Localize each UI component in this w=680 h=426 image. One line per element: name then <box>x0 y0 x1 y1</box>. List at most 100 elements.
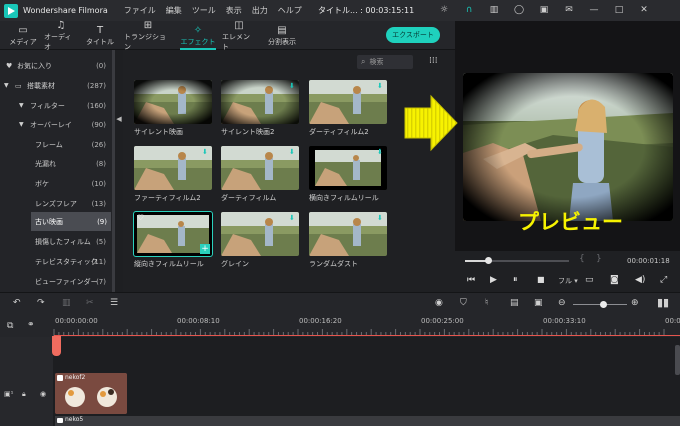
tab-titles[interactable]: T タイトル <box>86 21 114 50</box>
volume-icon[interactable]: ◀) <box>635 275 645 285</box>
marker-icon[interactable]: ⛉ <box>460 298 467 308</box>
fullscreen-icon[interactable]: ⤢ <box>660 275 667 285</box>
snap-icon[interactable]: ▣ <box>534 298 543 308</box>
tree-item-old-movie[interactable]: 古い映画 (9) <box>31 212 111 231</box>
tree-scrollbar[interactable] <box>112 50 115 292</box>
bulb-icon[interactable]: ☼ <box>437 3 451 17</box>
tab-split-screen[interactable]: ▤ 分割表示 <box>264 21 300 50</box>
preview-video[interactable] <box>463 73 673 221</box>
play-icon[interactable]: ▶ <box>490 275 497 285</box>
grid-view-icon[interactable]: ⁞⁞⁞ <box>429 56 439 66</box>
redo-icon[interactable]: ↷ <box>37 298 45 308</box>
download-icon[interactable]: ⬇ <box>202 148 210 156</box>
preview-progress-knob[interactable] <box>484 257 492 264</box>
tree-item-viewfinder[interactable]: ビューファインダー (7) <box>0 272 112 291</box>
effect-thumbnail[interactable]: ⬇ <box>309 80 387 124</box>
tab-media[interactable]: ▭ メディア <box>8 21 38 50</box>
tree-item-bokeh[interactable]: ボケ (10) <box>0 174 112 193</box>
effect-thumbnail[interactable]: ⬇ <box>134 146 212 190</box>
tree-item-light-leaks[interactable]: 光漏れ (8) <box>0 154 112 173</box>
preview-progress-track[interactable] <box>465 257 569 264</box>
download-icon[interactable]: ⬇ <box>289 82 297 90</box>
download-icon[interactable]: ⬇ <box>377 214 385 222</box>
effect-thumbnail[interactable]: ⬇ <box>309 212 387 256</box>
headset-icon[interactable]: ∩ <box>462 3 476 17</box>
download-icon[interactable]: ⬇ <box>377 82 385 90</box>
step-back-icon[interactable]: ⏮ <box>467 275 475 285</box>
tab-audio[interactable]: ♫ オーディオ <box>44 20 78 51</box>
monitor-icon[interactable]: ▭ <box>585 275 594 285</box>
timeline-vertical-scrollbar[interactable] <box>675 345 680 375</box>
timeline-clip[interactable]: neko5 <box>55 416 680 426</box>
close-icon[interactable]: ✕ <box>637 3 651 17</box>
menu-help[interactable]: ヘルプ <box>278 5 302 16</box>
playhead-handle[interactable] <box>52 336 61 356</box>
effect-thumbnail[interactable] <box>134 80 212 124</box>
timeline-clip[interactable]: nekof2 <box>55 373 127 414</box>
voiceover-icon[interactable]: ▤ <box>510 298 519 308</box>
mail-icon[interactable]: ✉ <box>562 3 576 17</box>
tab-elements[interactable]: ◫ エレメント <box>222 20 256 51</box>
menu-tools[interactable]: ツール <box>192 5 216 16</box>
tree-item-filters[interactable]: ▼ フィルター (160) <box>0 96 112 115</box>
tree-item-frames[interactable]: フレーム (26) <box>0 135 112 154</box>
panel-toggle-icon[interactable]: ▮▮ <box>657 296 669 309</box>
minimize-icon[interactable]: — <box>587 3 601 17</box>
pause-icon[interactable]: ⏸ <box>513 275 518 285</box>
add-track-icon[interactable]: ⧉ <box>7 321 13 331</box>
menu-edit[interactable]: 編集 <box>166 5 182 16</box>
download-icon[interactable]: ⬇ <box>289 214 297 222</box>
menu-file[interactable]: ファイル <box>124 5 156 16</box>
adjust-icon[interactable]: ☰ <box>110 298 118 308</box>
zoom-in-icon[interactable]: ⊕ <box>631 298 639 308</box>
eye-icon[interactable]: ◉ <box>40 390 46 398</box>
timeline-ruler[interactable]: 00:00:00:00 00:00:08:10 00:00:16:20 00:0… <box>53 315 680 337</box>
effect-thumbnail[interactable]: ⬇ <box>221 212 299 256</box>
download-icon[interactable]: ⬇ <box>289 148 297 156</box>
delete-icon[interactable]: ▥ <box>62 298 71 308</box>
save-icon[interactable]: ▣ <box>537 3 551 17</box>
zoom-slider[interactable] <box>573 301 627 308</box>
tab-effects[interactable]: ✧ エフェクト <box>180 21 216 50</box>
clip-badge-icon <box>57 375 63 381</box>
favorite-heart-icon[interactable]: ♡ <box>137 213 144 222</box>
lock-icon[interactable]: 🔒︎ <box>22 390 26 399</box>
export-button[interactable]: エクスポート <box>386 27 440 43</box>
couple-vineyard-image <box>309 80 387 124</box>
microphone-icon[interactable]: ♮ <box>485 298 488 308</box>
collapse-panel-icon[interactable]: ◀ <box>115 112 123 126</box>
mark-in-icon[interactable]: { <box>579 254 585 264</box>
tree-item-favorites[interactable]: ♥ お気に入り (0) <box>0 56 112 75</box>
effect-thumbnail[interactable]: ⬇ <box>221 146 299 190</box>
tree-item-label: テレビスタティック <box>35 257 98 266</box>
user-icon[interactable]: ◯ <box>512 3 526 17</box>
tab-transitions-label: トランジション <box>124 32 166 51</box>
tree-item-builtin[interactable]: ▼ ▭ 搭載素材 (287) <box>0 76 112 95</box>
tree-item-overlays[interactable]: ▼ オーバーレイ (90) <box>0 115 112 134</box>
quality-select[interactable]: フル ▾ <box>558 276 578 286</box>
tab-elements-label: エレメント <box>222 32 250 51</box>
trash-icon[interactable]: ▥ <box>487 3 501 17</box>
snapshot-camera-icon[interactable]: ◙ <box>610 275 619 285</box>
menu-view[interactable]: 表示 <box>226 5 242 16</box>
tab-transitions[interactable]: ⊞ トランジション <box>124 20 172 51</box>
zoom-slider-knob[interactable] <box>599 301 607 308</box>
menu-export[interactable]: 出力 <box>252 5 268 16</box>
cut-icon[interactable]: ✂ <box>86 298 94 308</box>
effect-thumbnail[interactable]: ⬇ <box>221 80 299 124</box>
link-icon[interactable]: ⚭ <box>27 320 35 330</box>
mark-out-icon[interactable]: } <box>596 254 602 264</box>
undo-icon[interactable]: ↶ <box>13 298 21 308</box>
effect-thumbnail[interactable]: ⬇ <box>309 146 387 190</box>
tree-item-tv-static[interactable]: テレビスタティック (11) <box>0 252 112 271</box>
add-plus-icon[interactable]: + <box>200 244 210 254</box>
tree-item-damaged-film[interactable]: 損傷したフィルム (5) <box>0 232 112 251</box>
search-input[interactable]: ⌕ 検索 <box>357 55 413 69</box>
tree-item-lens-flare[interactable]: レンズフレア (13) <box>0 194 112 213</box>
effect-thumbnail-selected[interactable]: ♡ + <box>133 211 213 257</box>
download-icon[interactable]: ⬇ <box>377 148 385 156</box>
render-icon[interactable]: ◉ <box>435 298 443 308</box>
zoom-out-icon[interactable]: ⊖ <box>558 298 566 308</box>
stop-icon[interactable]: ■ <box>537 275 545 284</box>
maximize-icon[interactable]: □ <box>612 3 626 17</box>
